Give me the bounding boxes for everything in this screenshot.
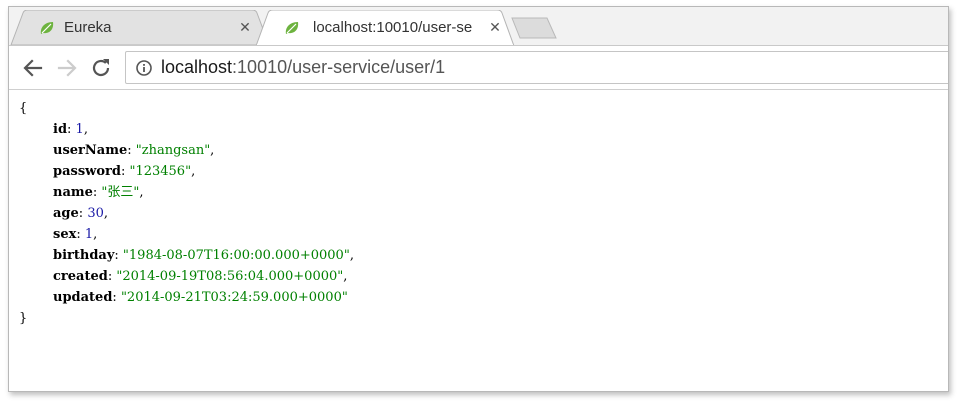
json-viewer: { id: 1, userName: "zhangsan", password: "…: [19, 98, 354, 329]
json-key: sex: [53, 227, 77, 242]
json-key: age: [53, 206, 79, 221]
json-field-row: updated: "2014-09-21T03:24:59.000+0000": [53, 290, 348, 305]
new-tab-button[interactable]: [511, 17, 557, 39]
json-key: userName: [53, 143, 128, 158]
json-value: "张三": [101, 185, 140, 200]
tab-localhost[interactable]: localhost:10010/user-se ✕: [254, 10, 516, 46]
spring-leaf-icon: [40, 22, 54, 34]
json-field-row: birthday: "1984-08-07T16:00:00.000+0000"…: [53, 248, 354, 263]
json-value: 30: [87, 206, 104, 221]
json-separator: ,: [93, 227, 98, 242]
json-key: id: [53, 122, 68, 137]
json-separator: ,: [349, 248, 354, 263]
json-key: password: [53, 164, 121, 179]
json-separator: ,: [210, 143, 215, 158]
json-value: "1984-08-07T16:00:00.000+0000": [122, 248, 350, 263]
close-brace: }: [19, 311, 28, 326]
info-icon[interactable]: [136, 60, 152, 76]
json-value: "2014-09-19T08:56:04.000+0000": [116, 269, 344, 284]
browser-window: Eureka ✕ localhost:10010/user-se ✕ local…: [8, 6, 949, 392]
toolbar: localhost:10010/user-service/user/1: [9, 45, 948, 90]
spring-leaf-icon: [285, 22, 299, 34]
url-host: localhost: [161, 57, 233, 77]
json-separator: ,: [343, 269, 348, 284]
json-field-row: userName: "zhangsan",: [53, 143, 215, 158]
json-value: "123456": [129, 164, 192, 179]
json-separator: ,: [83, 122, 88, 137]
json-field-row: sex: 1,: [53, 227, 98, 242]
tab-strip: Eureka ✕ localhost:10010/user-se ✕: [9, 7, 948, 46]
json-key: birthday: [53, 248, 115, 263]
url-path: :10010/user-service/user/1: [232, 57, 446, 77]
url-text[interactable]: localhost:10010/user-service/user/1: [161, 57, 445, 78]
json-key: updated: [53, 290, 113, 305]
json-field-row: age: 30,: [53, 206, 108, 221]
json-field-row: name: "张三",: [53, 185, 144, 200]
forward-arrow-icon[interactable]: [55, 56, 79, 80]
json-field-row: id: 1,: [53, 122, 88, 137]
tab-title: Eureka: [64, 19, 112, 36]
json-field-row: password: "123456",: [53, 164, 196, 179]
json-key: name: [53, 185, 93, 200]
reload-icon[interactable]: [89, 56, 113, 80]
tab-eureka[interactable]: Eureka ✕: [9, 10, 271, 45]
json-value: "zhangsan": [135, 143, 211, 158]
tab-title: localhost:10010/user-se: [313, 19, 473, 36]
tab-close-icon[interactable]: ✕: [488, 20, 502, 34]
json-separator: ,: [139, 185, 144, 200]
back-arrow-icon[interactable]: [21, 56, 45, 80]
tab-close-icon[interactable]: ✕: [238, 20, 252, 34]
json-key: created: [53, 269, 108, 284]
page-content: { id: 1, userName: "zhangsan", password: "…: [9, 90, 948, 391]
open-brace: {: [19, 101, 28, 116]
json-value: "2014-09-21T03:24:59.000+0000": [120, 290, 348, 305]
json-value: 1: [75, 122, 84, 137]
json-value: 1: [84, 227, 94, 242]
json-separator: ,: [191, 164, 196, 179]
json-field-row: created: "2014-09-19T08:56:04.000+0000",: [53, 269, 348, 284]
address-bar[interactable]: localhost:10010/user-service/user/1: [125, 51, 948, 84]
json-separator: ,: [103, 206, 108, 221]
